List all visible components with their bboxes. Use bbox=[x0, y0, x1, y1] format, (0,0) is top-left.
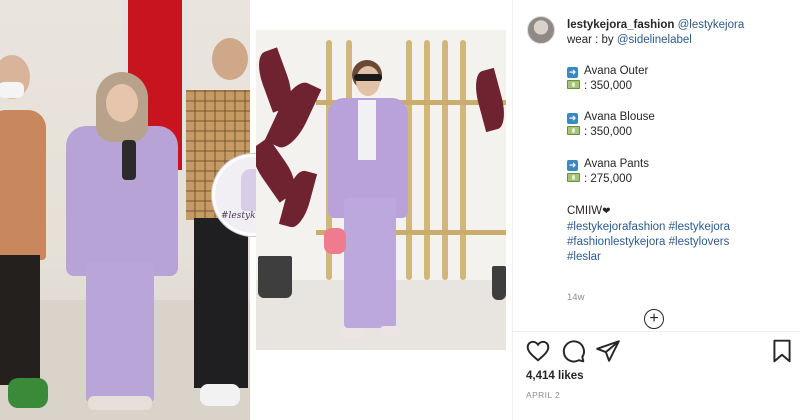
plant-pot bbox=[258, 256, 292, 298]
hashtag-links[interactable]: #fashionlestykejora #lestylovers bbox=[567, 235, 797, 250]
caption: lestykejora_fashion @lestykejora wear : … bbox=[567, 18, 797, 48]
hashtags: #lestykejorafashion #lestykejora #fashio… bbox=[567, 220, 797, 265]
microphone bbox=[122, 140, 136, 180]
sandal bbox=[342, 328, 362, 338]
right-arrow-box-icon: ➜ bbox=[567, 160, 578, 171]
item-label: Avana Blouse bbox=[584, 111, 655, 123]
plus-circle-icon[interactable]: + bbox=[644, 309, 664, 329]
post-date: APRIL 2 bbox=[526, 390, 561, 400]
model-shirt bbox=[358, 100, 376, 160]
note-line: CMIIW❤ bbox=[567, 204, 787, 219]
item-label: Avana Pants bbox=[584, 158, 650, 170]
person-left-legs bbox=[0, 255, 40, 385]
mention-link[interactable]: @lestykejora bbox=[678, 19, 745, 31]
black-heart-icon: ❤ bbox=[602, 206, 611, 217]
item-name: ➜ Avana Pants bbox=[567, 157, 787, 172]
username-link[interactable]: lestykejora_fashion bbox=[567, 19, 674, 31]
like-count[interactable]: 4,414 likes bbox=[526, 370, 584, 382]
price-label: : 350,000 bbox=[584, 126, 632, 138]
post-panel: lestykejora_fashion @lestykejora wear : … bbox=[513, 0, 800, 420]
lilac-pants bbox=[86, 262, 154, 402]
paper-plane-icon[interactable] bbox=[595, 338, 621, 364]
hashtag-links[interactable]: #leslar bbox=[567, 250, 797, 265]
pink-handbag bbox=[324, 228, 346, 254]
plant-pot bbox=[492, 266, 506, 300]
right-arrow-box-icon: ➜ bbox=[567, 67, 578, 78]
item-label: Avana Outer bbox=[584, 65, 649, 77]
sneaker bbox=[8, 378, 48, 408]
price-label: : 275,000 bbox=[584, 173, 632, 185]
bamboo-pole bbox=[460, 40, 466, 280]
right-arrow-box-icon: ➜ bbox=[567, 113, 578, 124]
person-center-face bbox=[106, 84, 138, 122]
bamboo-pole bbox=[442, 40, 448, 280]
bookmark-icon[interactable] bbox=[769, 338, 795, 364]
banknote-icon bbox=[567, 126, 580, 135]
banknote-icon bbox=[567, 80, 580, 89]
heels bbox=[88, 396, 152, 410]
price-label: : 350,000 bbox=[584, 80, 632, 92]
action-bar bbox=[525, 338, 795, 364]
item-name: ➜ Avana Blouse bbox=[567, 110, 787, 125]
person-right-head bbox=[212, 38, 248, 80]
studio-photo bbox=[256, 30, 506, 350]
note-text: CMIIW bbox=[567, 205, 603, 217]
model-pants bbox=[344, 198, 396, 328]
hashtag-links[interactable]: #lestykejorafashion #lestykejora bbox=[567, 220, 797, 235]
event-photo bbox=[0, 0, 250, 420]
item-price: : 275,000 bbox=[567, 172, 787, 187]
item-price: : 350,000 bbox=[567, 125, 787, 140]
sandal bbox=[380, 326, 400, 336]
banknote-icon bbox=[567, 173, 580, 182]
model-face bbox=[356, 66, 380, 96]
wear-by-link[interactable]: @sidelinelabel bbox=[617, 34, 692, 46]
wear-prefix: wear : by bbox=[567, 34, 617, 46]
comment-bubble-icon[interactable] bbox=[560, 338, 586, 364]
item-price: : 350,000 bbox=[567, 79, 787, 94]
actions-divider bbox=[513, 331, 800, 332]
face-mask bbox=[0, 82, 24, 98]
heart-icon[interactable] bbox=[525, 338, 551, 364]
person-right-shoe bbox=[200, 384, 240, 406]
post-media[interactable]: #lestykejora_fashion bbox=[0, 0, 512, 420]
bamboo-pole bbox=[424, 40, 430, 280]
item-name: ➜ Avana Outer bbox=[567, 64, 787, 79]
post-age: 14w bbox=[567, 292, 585, 303]
sunglasses bbox=[354, 74, 382, 81]
person-right-pants bbox=[194, 218, 248, 388]
avatar[interactable] bbox=[527, 16, 555, 44]
person-left-body bbox=[0, 110, 46, 260]
